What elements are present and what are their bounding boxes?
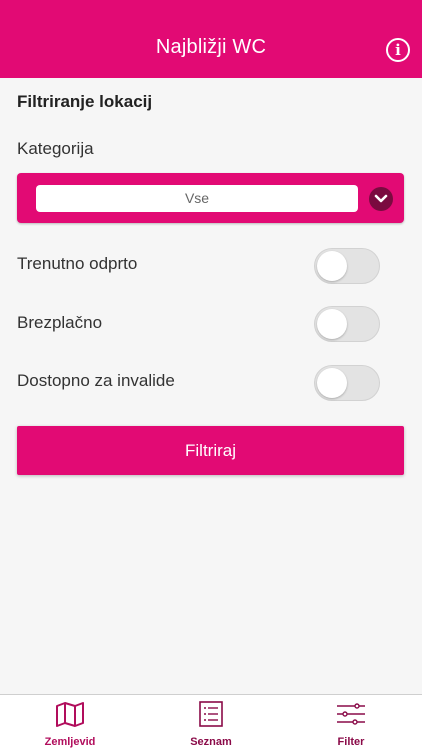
- free-toggle[interactable]: [314, 306, 380, 342]
- category-select[interactable]: Vse: [36, 185, 358, 212]
- chevron-down-icon[interactable]: [369, 187, 393, 211]
- tab-map[interactable]: Zemljevid: [0, 695, 140, 750]
- info-icon[interactable]: i: [386, 38, 410, 62]
- filter-button[interactable]: Filtriraj: [17, 426, 404, 475]
- toggle-knob: [317, 251, 347, 281]
- page-title: Najbližji WC: [155, 36, 267, 58]
- sliders-icon: [337, 703, 365, 725]
- app-header: Najbližji WC i: [0, 0, 422, 78]
- category-label: Kategorija: [17, 139, 94, 158]
- section-title: Filtriranje lokacij: [17, 92, 153, 111]
- accessible-toggle[interactable]: [314, 365, 380, 401]
- tab-label: Zemljevid: [44, 736, 96, 748]
- tab-list[interactable]: Seznam: [141, 695, 281, 750]
- tab-bar: Zemljevid Seznam Filter: [0, 694, 422, 750]
- toggle-knob: [317, 368, 347, 398]
- list-icon: [199, 701, 223, 727]
- map-icon: [56, 702, 84, 727]
- toggle-knob: [317, 309, 347, 339]
- category-picker[interactable]: Vse: [17, 173, 404, 223]
- free-label: Brezplačno: [17, 313, 103, 332]
- tab-filter[interactable]: Filter: [281, 695, 421, 750]
- accessible-label: Dostopno za invalide: [17, 371, 175, 390]
- open-now-label: Trenutno odprto: [17, 254, 138, 273]
- tab-label: Seznam: [190, 736, 232, 748]
- tab-label: Filter: [337, 736, 365, 748]
- open-now-toggle[interactable]: [314, 248, 380, 284]
